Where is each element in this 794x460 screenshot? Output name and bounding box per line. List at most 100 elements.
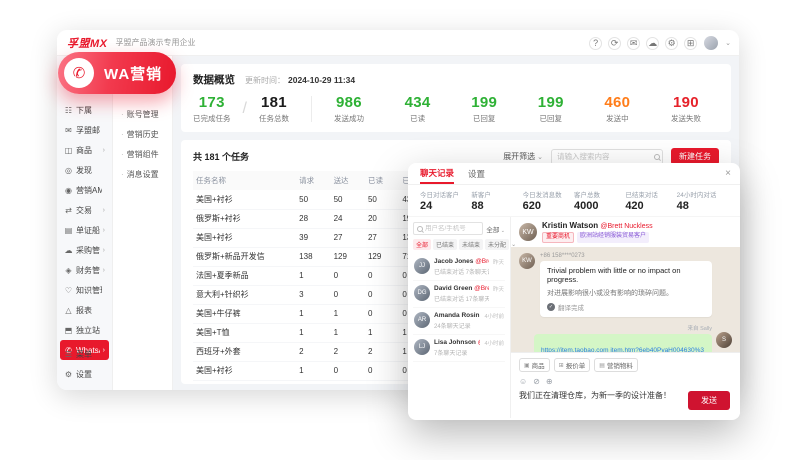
chat-tab[interactable]: 设置 bbox=[468, 163, 485, 184]
conversation-summary: 已结束对话 7条聊天记录 bbox=[434, 267, 489, 276]
filter-chip[interactable]: 未结束 bbox=[459, 239, 483, 250]
task-name-link[interactable]: 美国+衬衫 bbox=[193, 190, 296, 209]
conversation-list-panel: 全部 全部 已结束 未结束 未分配 ⌄ bbox=[408, 217, 511, 418]
sidebar-item[interactable]: ◎ 发现 bbox=[60, 160, 109, 180]
search-icon[interactable] bbox=[654, 154, 660, 160]
submenu-item[interactable]: 营销组件 bbox=[113, 144, 172, 164]
cell-request: 39 bbox=[296, 228, 330, 247]
submenu-item[interactable]: 消息设置 bbox=[113, 164, 172, 184]
avatar: DG bbox=[414, 285, 430, 301]
page-title: 数据概览 bbox=[193, 72, 235, 87]
chevron-down-icon[interactable]: ⌄ bbox=[725, 39, 731, 47]
search-icon bbox=[417, 226, 423, 232]
cell-request: 3 bbox=[296, 285, 330, 304]
avatar: KW bbox=[519, 253, 535, 269]
task-name-link[interactable]: 美国+T恤 bbox=[193, 323, 296, 342]
sidebar-item-label: 采购管理 bbox=[76, 245, 100, 256]
composer-chip[interactable]: ▤ 营销物料 bbox=[594, 358, 638, 372]
sidebar-item-label: 孚盟邮 bbox=[76, 125, 102, 136]
sidebar-item-icon: ◉ bbox=[64, 186, 73, 195]
submenu: 账号管理 营销历史 营销组件 消息设置 bbox=[113, 56, 173, 390]
topbar-actions: ? ⟳ ✉ ☁ ⚙ ⊞ ⌄ bbox=[589, 30, 731, 56]
whatsapp-icon: ✆ bbox=[64, 58, 94, 88]
sidebar-item[interactable]: ⇄ 交易 › bbox=[60, 200, 109, 220]
wa-marketing-badge[interactable]: ✆ WA营销 bbox=[58, 52, 176, 94]
cell-request: 2 bbox=[296, 342, 330, 361]
chat-stat: 24小时内对话 48 bbox=[677, 189, 728, 212]
task-name-link[interactable]: 美国+牛仔裤 bbox=[193, 304, 296, 323]
cell-request: 138 bbox=[296, 247, 330, 266]
sidebar-bottom-item[interactable]: ☰ 菜单 bbox=[60, 344, 109, 364]
sidebar-item[interactable]: △ 报表 bbox=[60, 300, 109, 320]
cell-read: 0 bbox=[365, 266, 399, 285]
composer-tool-icon[interactable]: ⊘ bbox=[533, 377, 540, 386]
sidebar-item-label: 营销AM bbox=[76, 185, 102, 196]
sidebar-item[interactable]: ⬒ 独立站 bbox=[60, 320, 109, 340]
slash-divider: / bbox=[243, 100, 247, 118]
composer-tool-icon[interactable]: ☺ bbox=[519, 377, 527, 386]
send-button[interactable]: 发送 bbox=[688, 391, 730, 410]
table-column-header: 已读 bbox=[365, 171, 399, 190]
topbar-icon[interactable]: ⟳ bbox=[608, 37, 621, 50]
conversation-list-item[interactable]: LJ Lisa Johnson @Brett Nu... 7条聊天记录 4小时前 bbox=[413, 335, 505, 362]
composer-chip[interactable]: ⊞ 报价单 bbox=[554, 358, 591, 372]
topbar-icon[interactable]: ? bbox=[589, 37, 602, 50]
task-name-link[interactable]: 美国+衬衫 bbox=[193, 228, 296, 247]
composer-chip[interactable]: ▣ 商品 bbox=[519, 358, 550, 372]
sidebar-bottom-item[interactable]: ⚙ 设置 bbox=[60, 364, 109, 384]
sidebar-item[interactable]: ♡ 知识管理 bbox=[60, 280, 109, 300]
sidebar-item[interactable]: ◫ 商品 › bbox=[60, 140, 109, 160]
conversation-list-item[interactable]: JJ Jacob Jones @Brett Nuckless 已结束对话 7条聊… bbox=[413, 254, 505, 281]
task-name-link[interactable]: 西班牙+外套 bbox=[193, 342, 296, 361]
submenu-item[interactable]: 账号管理 bbox=[113, 104, 172, 124]
stat-item: 460 发送中 bbox=[604, 94, 630, 124]
filter-chip[interactable]: 全部 bbox=[413, 239, 431, 250]
topbar-icon[interactable]: ☁ bbox=[646, 37, 659, 50]
sidebar-item[interactable]: ▤ 单证船务 › bbox=[60, 220, 109, 240]
overview-card: 数据概览 更新时间： 2024-10-29 11:34 173 已完成任务 / … bbox=[181, 64, 731, 132]
translate-status: 翻译完成 bbox=[558, 302, 584, 312]
cell-request: 1 bbox=[296, 361, 330, 380]
composer-tool-icon[interactable]: ⊕ bbox=[546, 377, 553, 386]
sidebar-item[interactable]: ◉ 营销AM bbox=[60, 180, 109, 200]
cell-request: 1 bbox=[296, 304, 330, 323]
avatar[interactable] bbox=[704, 36, 718, 50]
composer-chip-icon: ▤ bbox=[599, 362, 605, 369]
conversation-list-item[interactable]: DG David Green @Brett Nuckless 已结束对话 17条… bbox=[413, 281, 505, 308]
conversation-summary: 已结束对话 17条聊天记录 bbox=[434, 294, 489, 303]
task-search-input[interactable] bbox=[557, 152, 654, 161]
task-name-link[interactable]: 俄罗斯+新品开发信 bbox=[193, 247, 296, 266]
filter-chip[interactable]: 已结束 bbox=[433, 239, 457, 250]
contact-name: Kristin Watson bbox=[542, 221, 600, 230]
conversation-list-item[interactable]: AR Amanda Rosin @Brett Nu... 24条聊天记录 4小时… bbox=[413, 308, 505, 335]
task-name-link[interactable]: 俄罗斯+衬衫 bbox=[193, 209, 296, 228]
stat-total: 181 任务总数 bbox=[259, 94, 289, 124]
cell-read: 2 bbox=[365, 342, 399, 361]
sidebar-item-icon: ⚙ bbox=[64, 370, 73, 379]
topbar-icon[interactable]: ⚙ bbox=[665, 37, 678, 50]
task-name-link[interactable]: 法国+夏季新品 bbox=[193, 266, 296, 285]
filter-chip[interactable]: 未分配 bbox=[485, 239, 509, 250]
task-name-link[interactable]: 意大利+针织衫 bbox=[193, 285, 296, 304]
cell-read: 129 bbox=[365, 247, 399, 266]
sidebar-item[interactable]: ☷ 下属 bbox=[60, 100, 109, 120]
submenu-item[interactable]: 营销历史 bbox=[113, 124, 172, 144]
close-icon[interactable]: × bbox=[725, 168, 731, 179]
expand-filter-button[interactable]: 展开筛选 bbox=[503, 151, 543, 162]
updated-time: 2024-10-29 11:34 bbox=[288, 75, 355, 85]
chat-tab[interactable]: 聊天记录 bbox=[420, 163, 454, 184]
sidebar-item[interactable]: ☁ 采购管理 › bbox=[60, 240, 109, 260]
topbar-icon[interactable]: ⊞ bbox=[684, 37, 697, 50]
sidebar-item-icon: ◫ bbox=[64, 146, 73, 155]
chat-stat: 新客户 88 bbox=[471, 189, 522, 212]
sidebar-item[interactable]: ◈ 财务管理 › bbox=[60, 260, 109, 280]
stat-item: 986 发送成功 bbox=[334, 94, 364, 124]
topbar-icon[interactable]: ✉ bbox=[627, 37, 640, 50]
task-name-link[interactable]: 美国+衬衫 bbox=[193, 361, 296, 380]
customer-search-input[interactable] bbox=[425, 225, 479, 232]
cell-delivered: 50 bbox=[331, 190, 365, 209]
filter-select[interactable]: 全部 bbox=[486, 224, 505, 234]
customer-tag: 欧洲站经销服装贸易客户 bbox=[577, 232, 649, 243]
sidebar-item[interactable]: ✉ 孚盟邮 bbox=[60, 120, 109, 140]
avatar: S bbox=[716, 332, 732, 348]
